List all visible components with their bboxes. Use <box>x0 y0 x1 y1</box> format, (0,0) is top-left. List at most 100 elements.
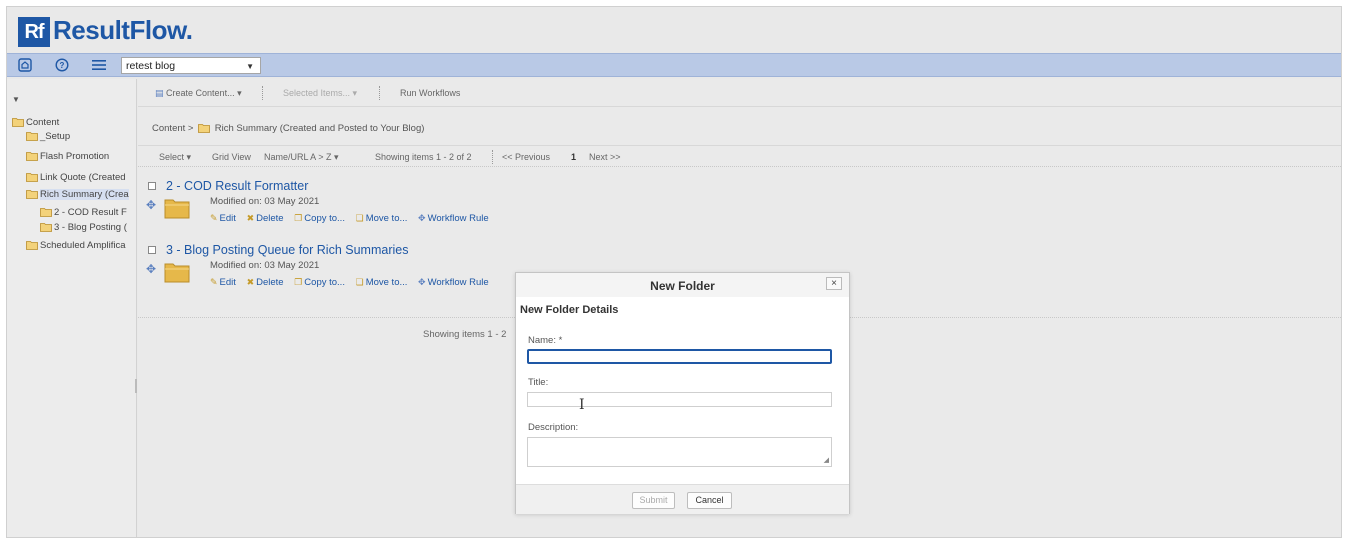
folder-icon <box>26 173 38 182</box>
folder-open-icon <box>26 190 38 199</box>
new-folder-dialog: New Folder × New Folder Details Name: * … <box>515 272 850 514</box>
dialog-title: New Folder <box>650 279 715 293</box>
description-label: Description: <box>528 422 579 433</box>
tree-item-scheduled-amplification[interactable]: Scheduled Amplifica <box>26 240 126 252</box>
tree-item-rich-summary[interactable]: Rich Summary (Crea <box>26 189 129 201</box>
item-checkbox[interactable] <box>148 182 156 190</box>
copy-icon: ❐ <box>294 213 303 223</box>
tree-item-label: Rich Summary (Crea <box>40 189 129 200</box>
list-toolbar: Select ▾ Grid View Name/URL A > Z ▾ Show… <box>138 145 1341 167</box>
move-label: Move to... <box>365 277 408 288</box>
title-label: Title: <box>528 377 549 388</box>
tree-item-label: Link Quote (Created <box>40 172 126 183</box>
copy-label: Copy to... <box>304 213 345 224</box>
tree-item-label: Flash Promotion <box>40 151 110 162</box>
logo-bar: Rf ResultFlow. <box>7 7 1341 53</box>
drag-icon[interactable]: ✥ <box>146 198 156 212</box>
resize-grip-icon[interactable]: ◢ <box>824 456 829 464</box>
create-content-button[interactable]: ▤ Create Content... ▾ <box>155 88 242 99</box>
logo-mark: Rf <box>18 17 50 47</box>
workflow-icon: ✥ <box>418 277 426 287</box>
copy-link[interactable]: ❐ Copy to... <box>294 213 345 224</box>
selected-items-button[interactable]: Selected Items... ▾ <box>283 88 357 99</box>
app-window: Rf ResultFlow. ? retest blog ▼ ▼ Content… <box>6 6 1342 538</box>
item-actions: ✎ Edit ✖ Delete ❐ Copy to... ❏ Move to... ✥ W… <box>210 277 497 288</box>
folder-icon <box>40 208 52 217</box>
drag-icon[interactable]: ✥ <box>146 262 156 276</box>
run-workflows-button[interactable]: Run Workflows <box>400 88 460 98</box>
move-icon: ❏ <box>355 213 364 223</box>
item-modified: Modified on: 03 May 2021 <box>210 196 320 207</box>
title-input[interactable] <box>527 392 832 407</box>
sidebar-resize-handle[interactable] <box>135 379 137 393</box>
copy-link[interactable]: ❐ Copy to... <box>294 277 345 288</box>
svg-text:?: ? <box>60 61 65 70</box>
folder-icon <box>164 199 190 219</box>
site-select[interactable]: retest blog ▼ <box>121 57 261 74</box>
tree-item-cod-result[interactable]: 2 - COD Result F <box>40 207 127 219</box>
close-icon[interactable]: × <box>826 277 842 290</box>
tree-item-label: Content <box>26 117 60 128</box>
previous-link[interactable]: << Previous <box>502 152 550 162</box>
folder-icon <box>26 241 38 250</box>
tree-item-link-quote[interactable]: Link Quote (Created <box>26 172 126 184</box>
edit-link[interactable]: ✎ Edit <box>210 213 236 224</box>
page-number[interactable]: 1 <box>571 152 576 162</box>
showing-count: Showing items 1 - 2 of 2 <box>375 152 472 162</box>
tree-item-label: 3 - Blog Posting ( <box>54 222 127 233</box>
move-link[interactable]: ❏ Move to... <box>356 277 408 288</box>
home-icon[interactable] <box>18 58 34 74</box>
chevron-down-icon: ▼ <box>246 62 254 71</box>
collapse-icon[interactable]: ▼ <box>12 95 20 104</box>
move-label: Move to... <box>365 213 408 224</box>
tree-item-setup[interactable]: _Setup <box>26 131 70 143</box>
tree-item-blog-posting[interactable]: 3 - Blog Posting ( <box>40 222 127 234</box>
sort-dropdown[interactable]: Name/URL A > Z ▾ <box>264 152 338 163</box>
sidebar: ▼ Content _Setup Flash Promotion Link Qu… <box>7 79 137 537</box>
actions-bar: ▤ Create Content... ▾ Selected Items... … <box>138 79 1341 107</box>
item-checkbox[interactable] <box>148 246 156 254</box>
cancel-button[interactable]: Cancel <box>687 492 732 509</box>
separator <box>379 86 380 100</box>
grid-view-button[interactable]: Grid View <box>212 152 251 162</box>
dialog-header: New Folder × <box>516 273 849 297</box>
tree-item-label: _Setup <box>40 131 71 142</box>
delete-link[interactable]: ✖ Delete <box>247 213 284 224</box>
folder-icon <box>26 152 38 161</box>
item-title-link[interactable]: 3 - Blog Posting Queue for Rich Summarie… <box>166 243 408 257</box>
delete-label: Delete <box>256 277 284 288</box>
copy-icon: ❐ <box>294 277 303 287</box>
breadcrumb: Content > Rich Summary (Created and Post… <box>152 123 424 134</box>
separator <box>492 150 493 164</box>
breadcrumb-current: Rich Summary (Created and Posted to Your… <box>214 123 425 134</box>
select-dropdown[interactable]: Select ▾ <box>159 152 191 163</box>
tree-item-label: 2 - COD Result F <box>54 207 127 218</box>
tree-item-content[interactable]: Content <box>12 117 59 129</box>
delete-link[interactable]: ✖ Delete <box>247 277 284 288</box>
bottom-showing-count: Showing items 1 - 2 <box>423 329 507 340</box>
submit-button[interactable]: Submit <box>632 492 675 509</box>
help-icon[interactable]: ? <box>55 58 71 74</box>
delete-icon: ✖ <box>246 213 255 223</box>
edit-link[interactable]: ✎ Edit <box>210 277 236 288</box>
workflow-rule-link[interactable]: ✥ Workflow Rule <box>418 277 489 288</box>
breadcrumb-separator: > <box>187 123 194 134</box>
site-select-value: retest blog <box>126 60 176 72</box>
menu-icon[interactable] <box>91 58 107 74</box>
folder-icon <box>164 263 190 283</box>
next-link[interactable]: Next >> <box>589 152 621 162</box>
tree-item-label: Scheduled Amplifica <box>40 240 126 251</box>
tree-item-flash-promotion[interactable]: Flash Promotion <box>26 151 109 163</box>
create-content-icon: ▤ <box>155 88 164 98</box>
workflow-rule-link[interactable]: ✥ Workflow Rule <box>418 213 489 224</box>
item-title-link[interactable]: 2 - COD Result Formatter <box>166 179 308 193</box>
move-link[interactable]: ❏ Move to... <box>356 213 408 224</box>
name-input[interactable] <box>527 349 832 364</box>
top-toolbar: ? retest blog ▼ <box>7 53 1341 77</box>
delete-label: Delete <box>256 213 284 224</box>
item-actions: ✎ Edit ✖ Delete ❐ Copy to... ❏ Move to... ✥ W… <box>210 213 497 224</box>
item-modified: Modified on: 03 May 2021 <box>210 260 320 271</box>
description-textarea[interactable]: ◢ <box>527 437 832 467</box>
dialog-subtitle: New Folder Details <box>520 304 619 316</box>
breadcrumb-root[interactable]: Content <box>152 123 185 134</box>
